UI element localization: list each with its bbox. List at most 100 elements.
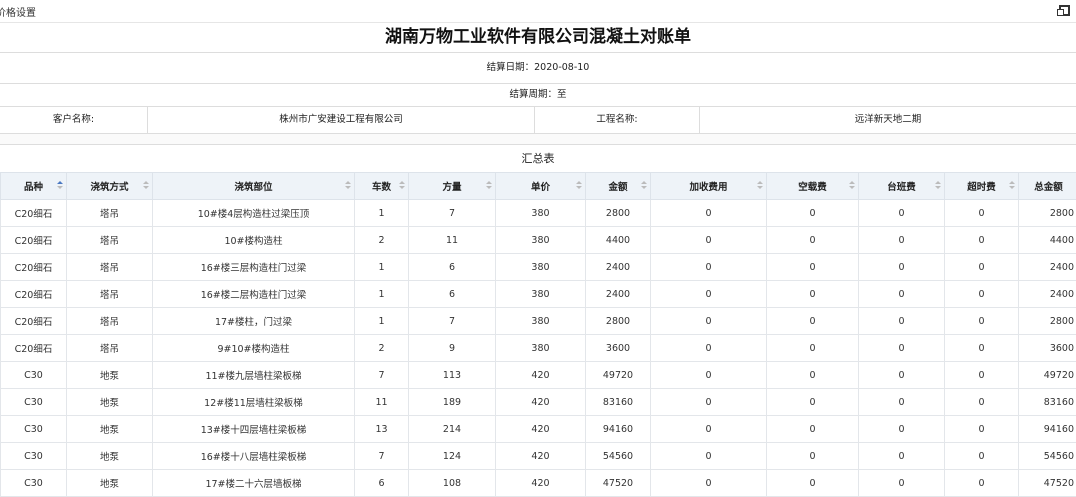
column-header[interactable]: 车数 <box>355 173 409 200</box>
table-cell: C30 <box>1 362 67 389</box>
sort-icon[interactable] <box>576 181 581 190</box>
window-restore-icon[interactable] <box>1059 5 1070 16</box>
column-header[interactable]: 空载费 <box>767 173 859 200</box>
column-header[interactable]: 台班费 <box>859 173 945 200</box>
sort-icon[interactable] <box>641 181 646 190</box>
table-row[interactable]: C30地泵17#楼二十六层墙板梯610842047520000047520 <box>1 470 1076 497</box>
table-cell: 塔吊 <box>67 281 153 308</box>
column-header-label: 方量 <box>442 182 461 193</box>
table-cell: C20细石 <box>1 200 67 227</box>
table-cell: 11#楼九层墙柱梁板梯 <box>153 362 355 389</box>
sort-icon[interactable] <box>849 181 854 190</box>
table-cell: 49720 <box>586 362 651 389</box>
customer-label: 客户名称: <box>0 107 148 133</box>
table-cell: 2800 <box>586 308 651 335</box>
table-cell: C20细石 <box>1 227 67 254</box>
table-cell: 7 <box>409 200 496 227</box>
table-cell: 0 <box>945 281 1019 308</box>
sort-icon[interactable] <box>757 181 762 190</box>
column-header-label: 总金额 <box>1034 182 1063 193</box>
table-row[interactable]: C20细石塔吊17#楼柱，门过梁17380280000002800 <box>1 308 1076 335</box>
table-cell: 113 <box>409 362 496 389</box>
column-header-label: 空载费 <box>798 182 827 193</box>
table-cell: 420 <box>496 470 586 497</box>
table-cell: 0 <box>767 308 859 335</box>
page-title: 湖南万物工业软件有限公司混凝土对账单 <box>0 22 1076 53</box>
sort-icon[interactable] <box>486 181 491 190</box>
sort-icon[interactable] <box>57 181 62 190</box>
sort-icon[interactable] <box>345 181 350 190</box>
table-cell: 0 <box>651 470 767 497</box>
table-cell: 0 <box>859 281 945 308</box>
table-cell: 0 <box>767 416 859 443</box>
table-cell: 0 <box>767 200 859 227</box>
table-row[interactable]: C20细石塔吊16#楼二层构造柱门过梁16380240000002400 <box>1 281 1076 308</box>
column-header[interactable]: 浇筑方式 <box>67 173 153 200</box>
table-cell: 0 <box>945 227 1019 254</box>
table-cell: 2400 <box>1019 254 1076 281</box>
table-cell: 0 <box>945 362 1019 389</box>
table-cell: 13 <box>355 416 409 443</box>
sort-icon[interactable] <box>143 181 148 190</box>
table-cell: 380 <box>496 254 586 281</box>
table-cell: 地泵 <box>67 389 153 416</box>
table-cell: 10#楼构造柱 <box>153 227 355 254</box>
table-cell: 0 <box>767 335 859 362</box>
table-cell: 0 <box>651 200 767 227</box>
table-cell: 16#楼二层构造柱门过梁 <box>153 281 355 308</box>
table-cell: 47520 <box>586 470 651 497</box>
column-header[interactable]: 单价 <box>496 173 586 200</box>
summary-title: 汇总表 <box>0 146 1076 172</box>
sort-icon[interactable] <box>935 181 940 190</box>
table-cell: 0 <box>859 308 945 335</box>
table-row[interactable]: C30地泵13#楼十四层墙柱梁板梯1321442094160000094160 <box>1 416 1076 443</box>
table-cell: 0 <box>651 281 767 308</box>
project-label: 工程名称: <box>535 107 700 133</box>
table-cell: 12#楼11层墙柱梁板梯 <box>153 389 355 416</box>
table-row[interactable]: C20细石塔吊10#楼4层构造柱过梁压顶17380280000002800 <box>1 200 1076 227</box>
table-cell: 2400 <box>1019 281 1076 308</box>
table-cell: 0 <box>945 416 1019 443</box>
table-cell: 0 <box>859 470 945 497</box>
table-cell: 2400 <box>586 254 651 281</box>
column-header-label: 单价 <box>531 182 550 193</box>
table-cell: 2 <box>355 335 409 362</box>
table-cell: 380 <box>496 308 586 335</box>
table-row[interactable]: C20细石塔吊16#楼三层构造柱门过梁16380240000002400 <box>1 254 1076 281</box>
column-header-label: 品种 <box>24 182 43 193</box>
table-cell: 0 <box>859 335 945 362</box>
table-cell: 塔吊 <box>67 227 153 254</box>
column-header[interactable]: 浇筑部位 <box>153 173 355 200</box>
table-cell: 108 <box>409 470 496 497</box>
column-header[interactable]: 总金额 <box>1019 173 1076 200</box>
table-cell: 0 <box>767 389 859 416</box>
table-cell: 2800 <box>1019 200 1076 227</box>
column-header[interactable]: 金额 <box>586 173 651 200</box>
column-header[interactable]: 品种 <box>1 173 67 200</box>
table-cell: 0 <box>945 308 1019 335</box>
table-cell: 0 <box>859 200 945 227</box>
table-cell: 0 <box>859 389 945 416</box>
table-cell: 94160 <box>1019 416 1076 443</box>
table-cell: 地泵 <box>67 470 153 497</box>
table-cell: 3600 <box>586 335 651 362</box>
column-header[interactable]: 方量 <box>409 173 496 200</box>
table-cell: 420 <box>496 389 586 416</box>
project-value: 远洋新天地二期 <box>700 107 1076 133</box>
table-row[interactable]: C20细石塔吊9#10#楼构造柱29380360000003600 <box>1 335 1076 362</box>
table-cell: 380 <box>496 200 586 227</box>
sort-icon[interactable] <box>1009 181 1014 190</box>
table-cell: 地泵 <box>67 416 153 443</box>
table-cell: 1 <box>355 200 409 227</box>
sort-icon[interactable] <box>399 181 404 190</box>
table-row[interactable]: C30地泵11#楼九层墙柱梁板梯711342049720000049720 <box>1 362 1076 389</box>
table-cell: C30 <box>1 389 67 416</box>
table-cell: 7 <box>409 308 496 335</box>
column-header[interactable]: 超时费 <box>945 173 1019 200</box>
table-row[interactable]: C20细石塔吊10#楼构造柱211380440000004400 <box>1 227 1076 254</box>
table-cell: 0 <box>767 281 859 308</box>
table-row[interactable]: C30地泵16#楼十八层墙柱梁板梯712442054560000054560 <box>1 443 1076 470</box>
table-cell: C20细石 <box>1 281 67 308</box>
column-header[interactable]: 加收费用 <box>651 173 767 200</box>
table-row[interactable]: C30地泵12#楼11层墙柱梁板梯1118942083160000083160 <box>1 389 1076 416</box>
